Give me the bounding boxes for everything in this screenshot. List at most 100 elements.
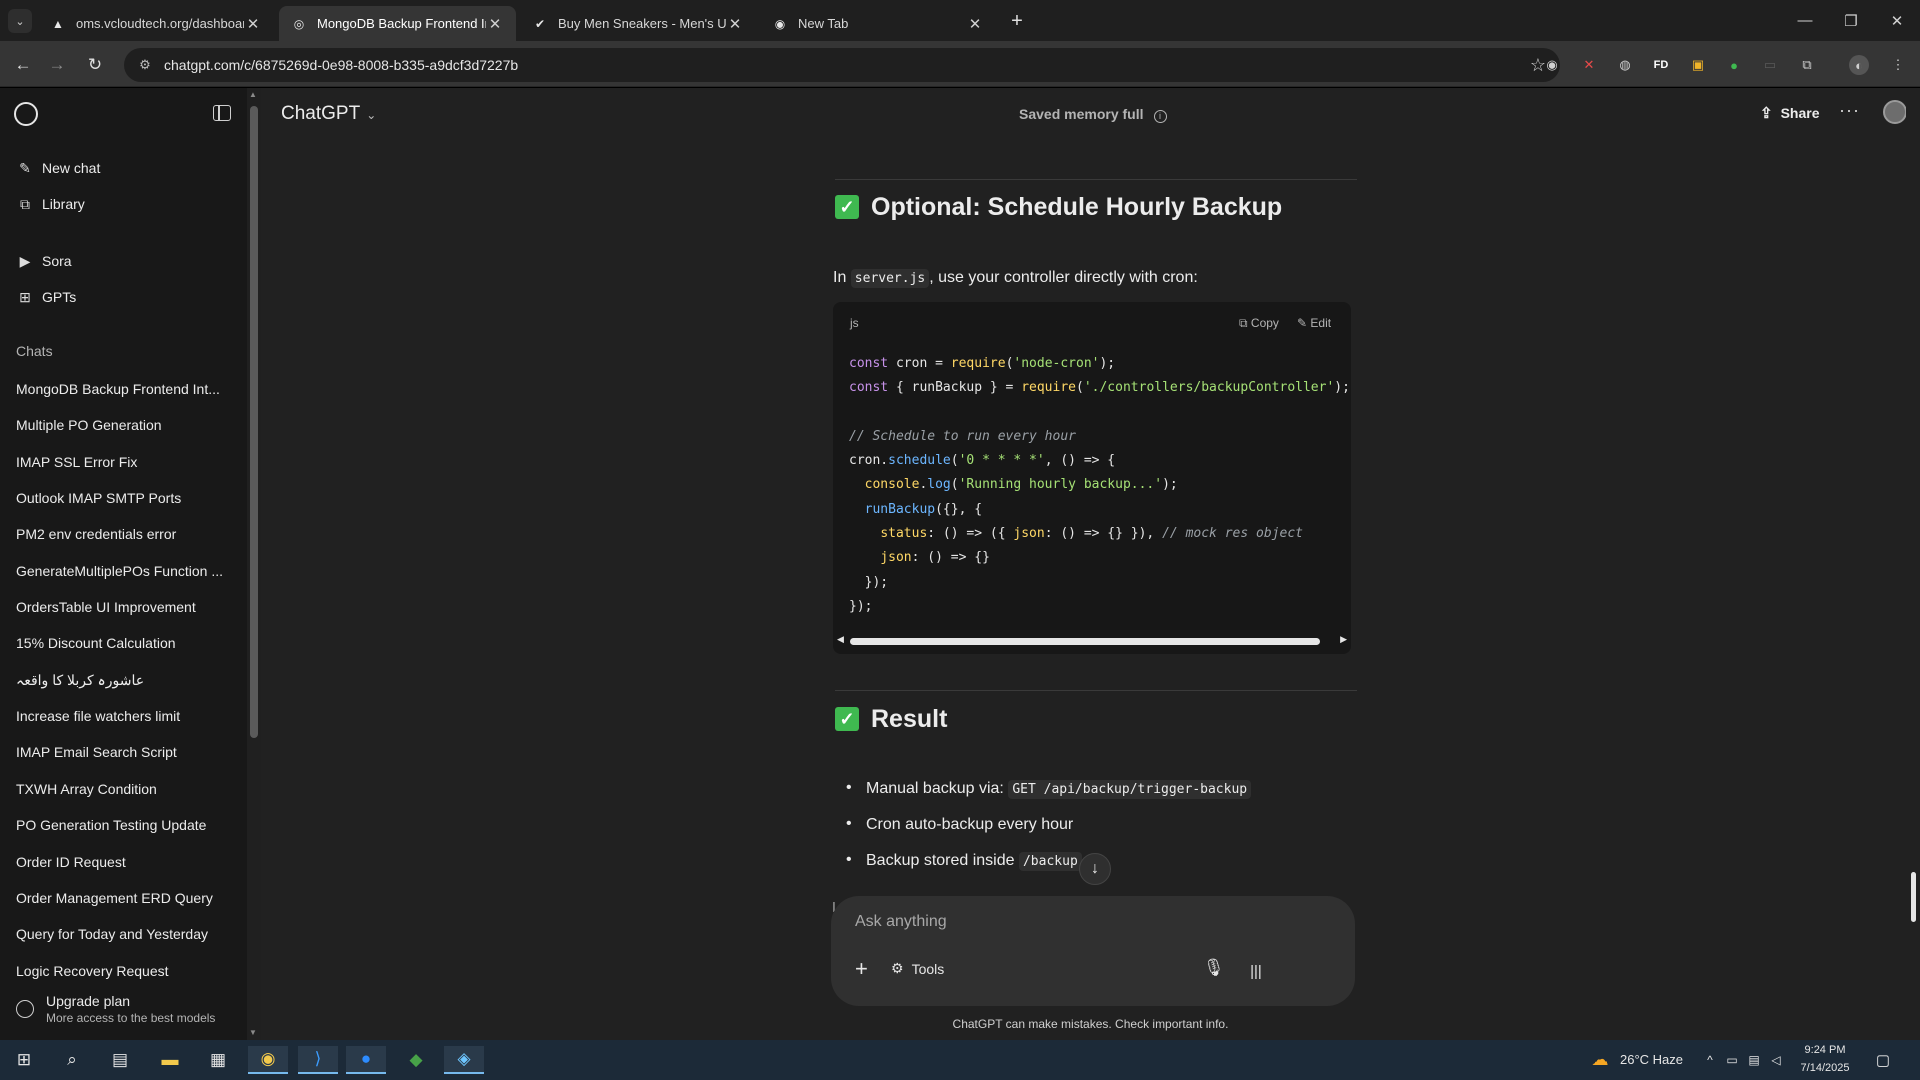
chat-item[interactable]: Query for Today and Yesterday (16, 924, 226, 944)
close-tab-icon[interactable]: ✕ (966, 15, 984, 33)
scroll-up-arrow-icon[interactable]: ▲ (249, 90, 257, 99)
scroll-down-arrow-icon[interactable]: ▼ (249, 1028, 257, 1037)
clock-date[interactable]: 7/14/2025 (1790, 1062, 1860, 1074)
chat-item[interactable]: OrdersTable UI Improvement (16, 597, 226, 617)
scroll-to-bottom-button[interactable]: ↓ (1079, 853, 1111, 885)
scroll-right-arrow-icon[interactable]: ▶ (1340, 634, 1347, 645)
site-info-icon[interactable]: ⚙ (130, 57, 160, 73)
openai-logo-icon[interactable] (14, 102, 38, 126)
code-scrollbar-thumb[interactable] (850, 638, 1320, 645)
gpts-button[interactable]: ⊞ GPTs (16, 283, 76, 311)
browser-tab-active[interactable]: ◎ MongoDB Backup Frontend Int ✕ (279, 6, 516, 41)
close-tab-icon[interactable]: ✕ (244, 15, 262, 33)
chat-item[interactable]: PM2 env credentials error (16, 524, 226, 544)
add-attachment-icon[interactable]: + (855, 956, 868, 982)
glasses-extension-icon[interactable]: ◉ (1542, 55, 1562, 75)
composer[interactable]: Ask anything + ⚙ Tools 🎙 ||| (831, 896, 1355, 1006)
app-icon[interactable]: ◈ (444, 1046, 484, 1074)
volume-icon[interactable]: ◁ (1766, 1046, 1786, 1074)
search-icon[interactable]: ⌕ (52, 1046, 92, 1074)
browser-tab[interactable]: ✔ Buy Men Sneakers - Men's Urb ✕ (520, 6, 756, 41)
chrome-icon[interactable]: ◉ (248, 1046, 288, 1074)
globe-extension-icon[interactable]: ◍ (1615, 55, 1635, 75)
chat-item[interactable]: 15% Discount Calculation (16, 633, 226, 653)
upgrade-plan-button[interactable]: Upgrade plan More access to the best mod… (16, 993, 215, 1025)
cast-extension-icon[interactable]: ▭ (1760, 55, 1780, 75)
code-horizontal-scrollbar[interactable]: ◀ ▶ (833, 634, 1351, 654)
browser-menu-icon[interactable]: ⋮ (1888, 55, 1908, 75)
info-icon[interactable]: i (1153, 110, 1167, 123)
chat-item[interactable]: عاشورہ کربلا کا واقعہ (16, 670, 226, 690)
restore-icon[interactable]: ❐ (1828, 0, 1874, 41)
tab-search-button[interactable]: ⌄ (8, 9, 32, 33)
green-extension-icon[interactable]: ● (1724, 55, 1744, 75)
fd-extension-icon[interactable]: FD (1651, 55, 1671, 75)
close-window-icon[interactable]: ✕ (1874, 0, 1920, 41)
chat-item[interactable]: IMAP Email Search Script (16, 742, 226, 762)
chat-item[interactable]: Order Management ERD Query (16, 888, 226, 908)
sora-button[interactable]: ▶ Sora (16, 247, 72, 275)
vscode-icon[interactable]: ⟩ (298, 1046, 338, 1074)
prompt-input[interactable]: Ask anything (855, 913, 947, 931)
chat-item[interactable]: Logic Recovery Request (16, 961, 226, 981)
chat-item[interactable]: PO Generation Testing Update (16, 815, 226, 835)
copy-code-button[interactable]: ⧉ Copy (1239, 316, 1279, 331)
chat-item[interactable]: Multiple PO Generation (16, 415, 226, 435)
voice-mode-icon[interactable]: ||| (1241, 956, 1271, 986)
sidebar-toggle-icon[interactable] (213, 105, 231, 121)
close-tab-icon[interactable]: ✕ (486, 15, 504, 33)
memory-status[interactable]: Saved memory full i (1019, 106, 1167, 123)
browser-tab[interactable]: ▲ oms.vcloudtech.org/dashboard ✕ (38, 6, 274, 41)
edit-code-button[interactable]: ✎ Edit (1297, 316, 1331, 330)
file-explorer-icon[interactable]: ▬ (150, 1046, 190, 1074)
notification-icon[interactable]: ▢ (1868, 1046, 1898, 1074)
mongodb-compass-icon[interactable]: ◆ (396, 1046, 436, 1074)
x-extension-icon[interactable]: ✕ (1579, 55, 1599, 75)
profile-avatar-icon[interactable]: ◐ (1849, 55, 1869, 75)
share-button[interactable]: ⇪ Share (1760, 104, 1820, 122)
battery-icon[interactable]: ▭ (1722, 1046, 1742, 1074)
new-tab-button[interactable]: + (1006, 10, 1028, 32)
intro-text: In (833, 269, 847, 286)
sidebar-scrollbar[interactable]: ▲ ▼ (247, 88, 261, 1040)
minimize-icon[interactable]: — (1782, 0, 1828, 41)
network-icon[interactable]: ▤ (1744, 1046, 1764, 1074)
main-scrollbar[interactable] (1906, 88, 1920, 1040)
chat-item[interactable]: Increase file watchers limit (16, 706, 226, 726)
chat-item[interactable]: Order ID Request (16, 852, 226, 872)
chat-item[interactable]: MongoDB Backup Frontend Int... (16, 379, 226, 399)
microphone-icon[interactable]: 🎙 (1203, 958, 1225, 978)
sidebar-scrollbar-thumb[interactable] (250, 106, 258, 738)
clock-time[interactable]: 9:24 PM (1790, 1044, 1860, 1056)
code-content[interactable]: const cron = require('node-cron'); const… (849, 352, 1350, 619)
model-selector[interactable]: ChatGPT ⌄ (281, 103, 376, 125)
close-tab-icon[interactable]: ✕ (726, 15, 744, 33)
weather-icon[interactable]: ☁ (1580, 1046, 1620, 1074)
more-options-icon[interactable]: ··· (1839, 100, 1860, 121)
chat-item[interactable]: IMAP SSL Error Fix (16, 452, 226, 472)
address-bar[interactable]: ⚙ chatgpt.com/c/6875269d-0e98-8008-b335-… (124, 48, 1560, 82)
chat-item[interactable]: Outlook IMAP SMTP Ports (16, 488, 226, 508)
extensions-puzzle-icon[interactable]: ⧉ (1797, 55, 1817, 75)
zoom-icon[interactable]: ● (346, 1046, 386, 1074)
browser-tab[interactable]: ◉ New Tab ✕ (760, 6, 996, 41)
store-icon[interactable]: ▦ (198, 1046, 238, 1074)
main-scrollbar-thumb[interactable] (1911, 872, 1916, 922)
chat-item[interactable]: GenerateMultiplePOs Function ... (16, 561, 226, 581)
forward-icon[interactable]: → (44, 52, 70, 78)
library-label: Library (42, 196, 85, 212)
chat-item[interactable]: TXWH Array Condition (16, 779, 226, 799)
scroll-left-arrow-icon[interactable]: ◀ (837, 634, 844, 645)
url-text[interactable]: chatgpt.com/c/6875269d-0e98-8008-b335-a9… (164, 57, 518, 73)
badge-extension-icon[interactable]: ▣ (1688, 55, 1708, 75)
reload-icon[interactable]: ↻ (82, 52, 108, 78)
new-chat-button[interactable]: ✎ New chat (16, 154, 100, 182)
windows-start-icon[interactable]: ⊞ (4, 1046, 44, 1074)
back-icon[interactable]: ← (10, 52, 36, 78)
user-avatar[interactable] (1883, 100, 1907, 124)
chevron-up-icon[interactable]: ^ (1700, 1046, 1720, 1074)
weather-text[interactable]: 26°C Haze (1620, 1052, 1683, 1067)
tools-button[interactable]: ⚙ Tools (891, 960, 944, 977)
library-button[interactable]: ⧉ Library (16, 190, 85, 218)
task-view-icon[interactable]: ▤ (100, 1046, 140, 1074)
